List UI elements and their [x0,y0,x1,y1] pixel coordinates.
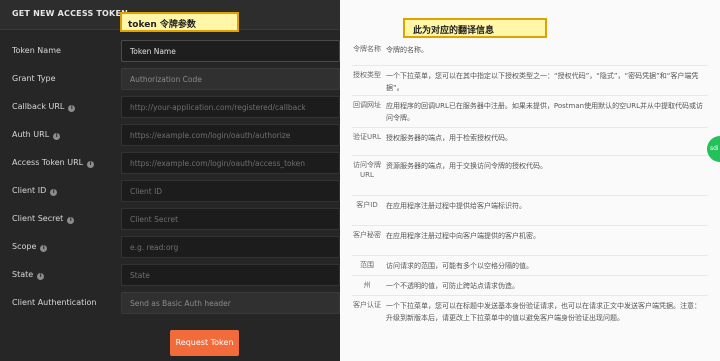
auth-url-label: Auth URL i [12,130,61,140]
translation-row: 回调网址 应用程序的回调URL已在服务器中注册。如果未提供，Postman使用默… [352,96,708,128]
translation-panel: 令牌名称 令牌的名称。 授权类型 一个下拉菜单，您可以在其中指定以下授权类型之一… [340,0,720,361]
info-icon[interactable]: i [53,133,61,140]
token-name-input[interactable]: Token Name [121,40,340,62]
translation-text: 授权服务器的端点，用于检索授权代码。 [386,134,512,142]
translation-key: 令牌名称 [353,45,381,53]
client-authentication-label: Client Authentication [12,298,97,307]
access-token-url-label: Access Token URL i [12,158,95,168]
translation-key: 访问令牌URL [353,161,381,179]
state-input[interactable]: State [121,264,340,286]
state-label-text: State [12,270,34,279]
translation-row: 令牌名称 令牌的名称。 [352,40,708,66]
client-id-input[interactable]: Client ID [121,180,340,202]
field-grant-type: Grant Type Authorization Code [0,68,340,92]
client-authentication-select[interactable]: Send as Basic Auth header [121,292,340,314]
translation-key: 范围 [360,261,374,269]
grant-type-select[interactable]: Authorization Code [121,68,340,90]
translation-text: 在应用程序注册过程中提供给客户端标识符。 [386,202,526,210]
translation-text: 访问请求的范围，可能有多个以空格分隔的值。 [386,262,533,270]
translation-key: 客户认证 [353,301,381,309]
translation-key: 客户ID [356,201,378,209]
client-secret-input[interactable]: Client Secret [121,208,340,230]
translation-text: 一个下拉菜单，您可以在标题中发送基本身份验证请求，也可以在请求正文中发送客户端凭… [386,302,701,322]
callback-url-label: Callback URL i [12,102,76,112]
translation-text: 令牌的名称。 [386,46,428,54]
client-secret-label: Client Secret i [12,214,75,224]
translation-text: 在应用程序注册过程中向客户端提供的客户机密。 [386,232,540,240]
translation-row: 授权类型 一个下拉菜单，您可以在其中指定以下授权类型之一：“授权代码”，“隐式”… [352,66,708,96]
translation-key: 授权类型 [353,71,381,79]
grant-type-label: Grant Type [12,74,56,83]
token-name-label: Token Name [12,46,61,55]
field-client-authentication: Client Authentication Send as Basic Auth… [0,292,340,316]
auth-url-input[interactable]: https://example.com/login/oauth/authoriz… [121,124,340,146]
callout-token-params: token 令牌参数 [120,12,239,32]
translation-row: 范围 访问请求的范围，可能有多个以空格分隔的值。 [352,256,708,276]
callback-url-label-text: Callback URL [12,102,65,111]
field-scope: Scope i e.g. read:org [0,236,340,260]
translation-text: 一个下拉菜单，您可以在其中指定以下授权类型之一：“授权代码”，“隐式”，“密码凭… [386,72,699,92]
translation-key: 客户秘密 [353,231,381,239]
callback-url-input[interactable]: http://your-application.com/registered/c… [121,96,340,118]
translation-row: 客户ID 在应用程序注册过程中提供给客户端标识符。 [352,196,708,226]
scope-label: Scope i [12,242,48,252]
info-icon[interactable]: i [37,273,45,280]
translation-text: 一个不透明的值，可防止跨站点请求伪造。 [386,282,519,290]
translation-row: 客户认证 一个下拉菜单，您可以在标题中发送基本身份验证请求，也可以在请求正文中发… [352,296,708,328]
field-auth-url: Auth URL i https://example.com/login/oaut… [0,124,340,148]
access-token-url-input[interactable]: https://example.com/login/oauth/access_t… [121,152,340,174]
info-icon[interactable]: i [50,189,58,196]
translation-text: 资源服务器的端点，用于交换访问令牌的授权代码。 [386,162,547,170]
client-id-label: Client ID i [12,186,58,196]
field-client-secret: Client Secret i Client Secret [0,208,340,232]
info-icon[interactable]: i [87,161,95,168]
translation-text: 应用程序的回调URL已在服务器中注册。如果未提供，Postman使用默认的空UR… [386,102,703,122]
request-token-button[interactable]: Request Token [170,330,239,356]
client-secret-label-text: Client Secret [12,214,64,223]
access-token-url-label-text: Access Token URL [12,158,84,167]
auth-url-label-text: Auth URL [12,130,50,139]
info-icon[interactable]: i [68,105,76,112]
translation-key: 验证URL [353,133,381,141]
field-client-id: Client ID i Client ID [0,180,340,204]
field-state: State i State [0,264,340,288]
info-icon[interactable]: i [67,217,75,224]
info-icon[interactable]: i [40,245,48,252]
client-id-label-text: Client ID [12,186,47,195]
state-label: State i [12,270,45,280]
modal-title: GET NEW ACCESS TOKEN [12,9,129,18]
scope-input[interactable]: e.g. read:org [121,236,340,258]
callout-translation-info: 此为对应的翻译信息 [403,18,547,38]
translation-row: 验证URL 授权服务器的端点，用于检索授权代码。 [352,128,708,156]
translation-row: 州 一个不透明的值，可防止跨站点请求伪造。 [352,276,708,296]
translation-key: 州 [363,281,371,289]
translation-row: 客户秘密 在应用程序注册过程中向客户端提供的客户机密。 [352,226,708,256]
field-callback-url: Callback URL i http://your-application.co… [0,96,340,120]
field-token-name: Token Name Token Name [0,40,340,64]
translation-key: 回调网址 [353,101,381,109]
translation-row: 访问令牌URL 资源服务器的端点，用于交换访问令牌的授权代码。 [352,156,708,196]
scope-label-text: Scope [12,242,37,251]
field-access-token-url: Access Token URL i https://example.com/lo… [0,152,340,176]
